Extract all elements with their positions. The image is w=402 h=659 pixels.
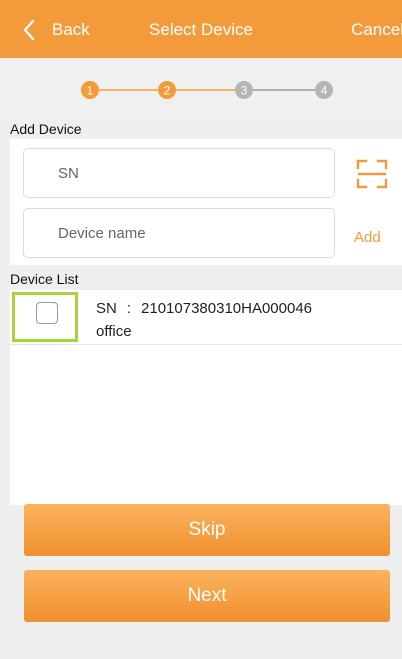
step-1-label: 1 xyxy=(87,84,94,98)
add-device-heading: Add Device xyxy=(10,121,82,137)
skip-button[interactable]: Skip xyxy=(24,504,390,556)
sn-label: SN xyxy=(96,300,117,317)
device-list-heading: Device List xyxy=(10,271,79,287)
sn-input[interactable] xyxy=(24,149,334,197)
page-title: Select Device xyxy=(149,20,253,39)
sn-separator: : xyxy=(126,300,132,317)
step-4-label: 4 xyxy=(321,84,328,98)
step-progress: 1 2 3 4 xyxy=(81,81,333,99)
next-button[interactable]: Next xyxy=(24,570,390,622)
list-item[interactable]: SN:210107380310HA000046 office xyxy=(10,290,402,345)
scan-icon[interactable] xyxy=(356,158,388,190)
step-indicator: 1 2 3 4 xyxy=(0,58,402,118)
cancel-button[interactable]: Cancel xyxy=(351,20,402,40)
app-header: Back Select Device Cancel xyxy=(0,0,402,58)
device-sn: SN:210107380310HA000046 xyxy=(96,300,312,317)
device-checkbox[interactable] xyxy=(36,302,58,324)
sn-field[interactable] xyxy=(23,148,335,198)
step-3-label: 3 xyxy=(241,84,248,98)
device-list: SN:210107380310HA000046 office xyxy=(10,290,402,505)
step-2-label: 2 xyxy=(164,84,171,98)
add-device-panel: Add xyxy=(10,139,402,265)
device-name-input[interactable] xyxy=(24,209,334,257)
sn-value: 210107380310HA000046 xyxy=(141,300,313,317)
device-name-field[interactable] xyxy=(23,208,335,258)
device-name: office xyxy=(96,323,132,340)
add-button[interactable]: Add xyxy=(354,229,381,246)
